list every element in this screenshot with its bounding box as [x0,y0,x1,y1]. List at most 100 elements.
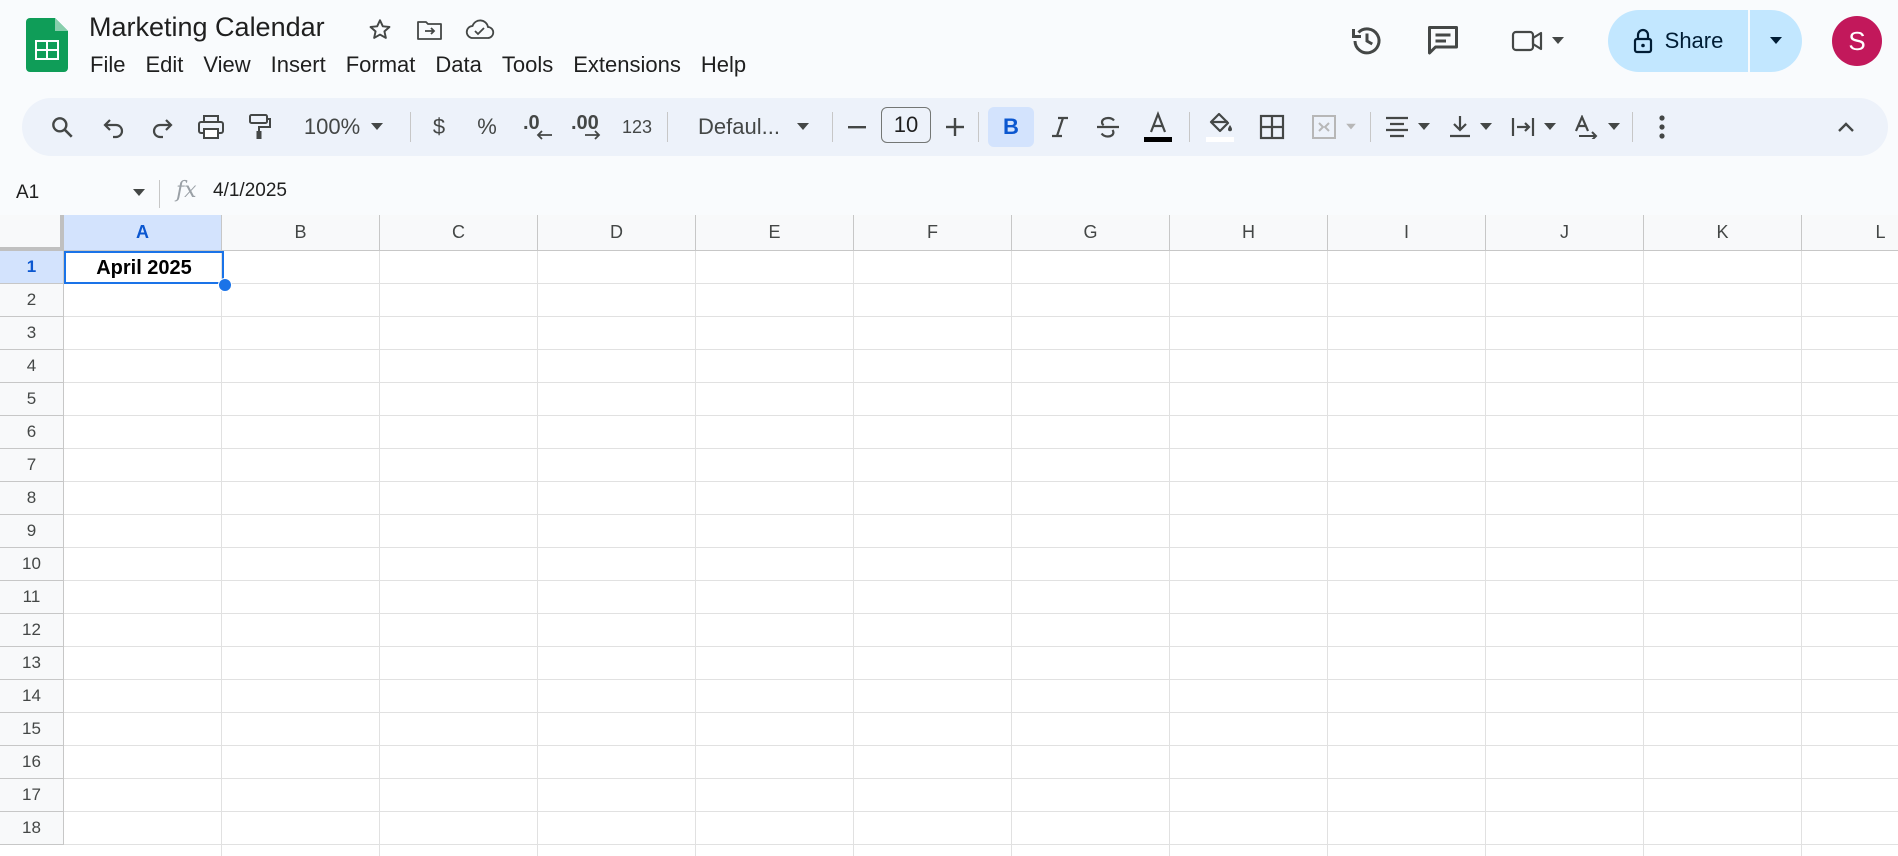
row-header-10[interactable]: 10 [0,548,64,581]
text-color-icon [1144,110,1172,142]
row-header-15[interactable]: 15 [0,713,64,746]
gridline [221,251,222,856]
more-options-button[interactable] [1644,107,1680,147]
decrease-font-size-button[interactable] [842,107,872,147]
paint-format-button[interactable] [240,107,280,147]
gridline [64,712,1898,713]
zoom-select[interactable]: 100% [296,107,392,147]
gridline [64,283,1898,284]
menu-help[interactable]: Help [691,50,756,80]
chevron-down-icon [1608,123,1620,130]
column-header-i[interactable]: I [1328,215,1486,251]
menu-tools[interactable]: Tools [492,50,563,80]
lock-icon [1633,28,1652,54]
spreadsheet-grid[interactable]: A B C D E F G H I J K L 1 2 3 4 5 6 7 8 9 10 11 12 13 14 15 16 17 18 A… [0,215,1898,856]
column-header-e[interactable]: E [696,215,854,251]
menu-insert[interactable]: Insert [261,50,336,80]
share-label: Share [1664,28,1724,53]
column-header-b[interactable]: B [222,215,380,251]
horizontal-align-button[interactable] [1380,107,1436,147]
star-icon[interactable] [362,14,398,46]
row-header-3[interactable]: 3 [0,317,64,350]
gridline [64,811,1898,812]
column-header-k[interactable]: K [1644,215,1802,251]
print-icon [198,115,224,139]
row-header-17[interactable]: 17 [0,779,64,812]
text-color-button[interactable] [1136,107,1180,147]
row-header-11[interactable]: 11 [0,581,64,614]
row-header-5[interactable]: 5 [0,383,64,416]
row-header-8[interactable]: 8 [0,482,64,515]
name-box[interactable]: A1 [16,178,146,208]
column-header-h[interactable]: H [1170,215,1328,251]
menu-extensions[interactable]: Extensions [563,50,691,80]
menu-file[interactable]: File [80,50,135,80]
increase-decimal-button[interactable]: .00 [566,107,610,147]
select-all-corner[interactable] [0,215,64,251]
chevron-down-icon [1418,123,1430,130]
print-button[interactable] [191,107,231,147]
column-header-d[interactable]: D [538,215,696,251]
menu-view[interactable]: View [193,50,260,80]
formula-input[interactable]: 4/1/2025 [213,180,287,202]
column-header-f[interactable]: F [854,215,1012,251]
font-size-input[interactable]: 10 [881,107,931,143]
align-bottom-icon [1450,116,1470,138]
row-header-2[interactable]: 2 [0,284,64,317]
vertical-align-button[interactable] [1443,107,1499,147]
row-header-12[interactable]: 12 [0,614,64,647]
text-rotation-button[interactable] [1569,107,1625,147]
comments-button[interactable] [1418,16,1468,66]
paint-format-icon [249,114,271,139]
row-header-7[interactable]: 7 [0,449,64,482]
share-button[interactable]: Share [1608,10,1748,72]
column-header-j[interactable]: J [1486,215,1644,251]
menu-edit[interactable]: Edit [135,50,193,80]
version-history-button[interactable] [1342,16,1392,66]
font-family-select[interactable]: Defaul... [690,107,818,147]
toolbar-divider [832,112,833,142]
menu-data[interactable]: Data [425,50,491,80]
decrease-decimal-button[interactable]: .0 [516,107,560,147]
column-header-a[interactable]: A [64,215,222,251]
row-header-9[interactable]: 9 [0,515,64,548]
cloud-saved-icon[interactable] [462,14,498,46]
undo-button[interactable] [94,107,134,147]
row-header-14[interactable]: 14 [0,680,64,713]
meet-button[interactable] [1500,18,1576,64]
fill-handle[interactable] [218,278,232,292]
row-header-1[interactable]: 1 [0,251,64,284]
share-dropdown-button[interactable] [1750,10,1802,72]
row-header-13[interactable]: 13 [0,647,64,680]
more-formats-button[interactable]: 123 [616,107,658,147]
move-folder-icon[interactable] [412,14,448,46]
sheets-logo-icon[interactable] [26,18,68,72]
borders-button[interactable] [1250,107,1294,147]
row-header-18[interactable]: 18 [0,812,64,845]
increase-decimal-icon: .00 [570,112,606,142]
row-header-4[interactable]: 4 [0,350,64,383]
italic-button[interactable] [1040,107,1080,147]
percent-format-button[interactable]: % [468,107,506,147]
column-header-l[interactable]: L [1802,215,1898,251]
document-title[interactable]: Marketing Calendar [89,12,325,43]
fill-color-button[interactable] [1198,107,1242,147]
account-avatar[interactable]: S [1832,16,1882,66]
formula-bar-divider [159,180,160,208]
row-header-16[interactable]: 16 [0,746,64,779]
borders-icon [1259,114,1285,140]
increase-font-size-button[interactable] [940,107,970,147]
menu-format[interactable]: Format [336,50,426,80]
chevron-up-icon [1838,122,1854,132]
column-header-c[interactable]: C [380,215,538,251]
row-header-6[interactable]: 6 [0,416,64,449]
search-menus-button[interactable] [42,107,82,147]
currency-label: $ [432,114,446,139]
currency-format-button[interactable]: $ [420,107,458,147]
bold-button[interactable]: B [988,107,1034,147]
redo-button[interactable] [142,107,182,147]
strikethrough-button[interactable] [1088,107,1128,147]
collapse-menus-button[interactable] [1826,107,1866,147]
column-header-g[interactable]: G [1012,215,1170,251]
text-wrapping-button[interactable] [1506,107,1562,147]
